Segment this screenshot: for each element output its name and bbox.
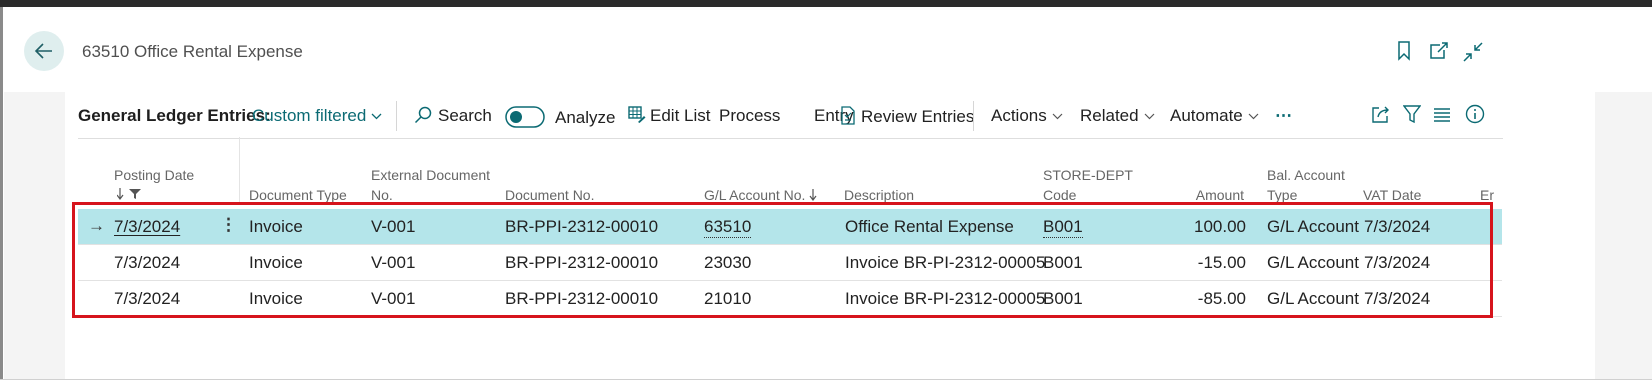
document-type-cell: Invoice (249, 217, 303, 236)
vat-date-cell: 7/3/2024 (1364, 217, 1431, 236)
back-button[interactable] (24, 31, 64, 71)
list-view-icon[interactable] (1433, 107, 1451, 123)
filter-dropdown[interactable]: Custom filtered (252, 106, 382, 126)
filter-label: Custom filtered (252, 106, 367, 125)
table-row[interactable]: → 7/3/2024 ⋮ Invoice V-001 BR-PPI-2312-0… (78, 209, 1502, 245)
column-header-document-type[interactable]: Document Type (249, 185, 347, 205)
page-title: 63510 Office Rental Expense (82, 42, 303, 61)
amount-cell: -15.00 (1197, 253, 1246, 272)
description-cell: Office Rental Expense (845, 217, 1014, 236)
page-header: 63510 Office Rental Expense (4, 7, 1652, 92)
edit-list-icon (628, 106, 646, 123)
window-left-border (0, 7, 3, 379)
column-header-document-no[interactable]: Document No. (505, 185, 594, 205)
external-document-no-cell: V-001 (371, 217, 416, 236)
gl-account-header-label: G/L Account No. (704, 187, 806, 203)
document-type-cell: Invoice (249, 253, 303, 272)
amount-cell: 100.00 (1194, 217, 1246, 236)
sort-filter-icon (117, 188, 141, 200)
action-bar: General Ledger Entries: Custom filtered … (78, 92, 1503, 139)
description-cell: Invoice BR-PI-2312-00005 (845, 253, 1046, 272)
external-document-no-cell: V-001 (371, 289, 416, 308)
column-header-gl-account-no[interactable]: G/L Account No. (704, 185, 817, 205)
share-icon[interactable] (1371, 104, 1391, 124)
column-header-vat-date[interactable]: VAT Date (1363, 185, 1421, 205)
more-options-button[interactable]: ⋯ (1275, 106, 1292, 126)
vat-date-cell: 7/3/2024 (1364, 289, 1431, 308)
chevron-down-icon (371, 113, 382, 120)
gl-account-no-link[interactable]: 63510 (704, 217, 752, 238)
review-entries-label: Review Entries (861, 107, 975, 126)
toggle-switch-icon (505, 106, 545, 128)
toolbar-divider (973, 101, 974, 131)
edit-list-button[interactable]: Edit List (628, 106, 710, 126)
page: 63510 Office Rental Expense General Ledg… (4, 7, 1652, 379)
search-label: Search (438, 106, 492, 125)
gl-account-no-cell: 21010 (704, 289, 752, 308)
document-type-cell: Invoice (249, 289, 303, 308)
chevron-down-icon (1248, 113, 1259, 120)
review-entries-button[interactable]: Review Entries (841, 106, 974, 127)
table-row[interactable]: 7/3/2024 Invoice V-001 BR-PPI-2312-00010… (78, 281, 1502, 317)
window-top-border (0, 0, 1652, 7)
bal-account-type-cell: G/L Account (1267, 253, 1359, 272)
analyze-label: Analyze (555, 108, 616, 127)
document-no-cell: BR-PPI-2312-00010 (505, 289, 659, 308)
bal-account-type-cell: G/L Account (1267, 289, 1359, 308)
actions-menu[interactable]: Actions (991, 106, 1063, 126)
arrow-left-icon (34, 43, 52, 59)
column-divider (239, 137, 240, 202)
row-pointer-arrow-icon: → (88, 216, 105, 235)
column-header-posting-date[interactable]: Posting Date (114, 165, 194, 185)
analyze-toggle[interactable]: Analyze (505, 106, 615, 128)
filter-icon[interactable] (1403, 105, 1421, 124)
store-dept-code-link[interactable]: B001 (1043, 217, 1083, 238)
actions-label: Actions (991, 106, 1047, 125)
bal-account-type-cell: G/L Account (1267, 217, 1359, 236)
column-header-bal-account-type[interactable]: Bal. Account (1267, 165, 1345, 185)
column-header-store-dept-code-line2: Code (1043, 187, 1077, 203)
entries-card: General Ledger Entries: Custom filtered … (65, 92, 1595, 379)
column-header-external-document-no[interactable]: External Document (371, 165, 490, 185)
toolbar-divider (396, 101, 397, 131)
store-dept-code-cell: B001 (1043, 289, 1083, 308)
process-menu[interactable]: Process (719, 106, 780, 126)
window-bottom-border (0, 379, 1652, 380)
related-label: Related (1080, 106, 1139, 125)
chevron-down-icon (1144, 113, 1155, 120)
amount-cell: -85.00 (1197, 289, 1246, 308)
posting-date-link[interactable]: 7/3/2024 (114, 217, 180, 237)
column-header-external-document-no-line2: No. (371, 187, 393, 203)
page-caption: General Ledger Entries: (78, 106, 271, 125)
search-button[interactable]: Search (414, 106, 492, 126)
document-no-cell: BR-PPI-2312-00010 (505, 253, 659, 272)
related-menu[interactable]: Related (1080, 106, 1155, 126)
review-document-icon (841, 106, 855, 125)
search-icon (414, 106, 432, 124)
automate-menu[interactable]: Automate (1170, 106, 1259, 126)
automate-label: Automate (1170, 106, 1243, 125)
column-header-bal-account-type-line2: Type (1267, 187, 1298, 203)
posting-date-cell: 7/3/2024 (114, 253, 181, 272)
store-dept-code-cell: B001 (1043, 253, 1083, 272)
posting-date-cell: 7/3/2024 (114, 289, 181, 308)
chevron-down-icon (1052, 113, 1063, 120)
external-document-no-cell: V-001 (371, 253, 416, 272)
info-icon[interactable] (1465, 104, 1485, 124)
vat-date-cell: 7/3/2024 (1364, 253, 1431, 272)
column-header-entry-no[interactable]: Er (1480, 185, 1494, 205)
gl-account-no-cell: 23030 (704, 253, 752, 272)
document-no-cell: BR-PPI-2312-00010 (505, 217, 659, 236)
collapse-icon[interactable] (1462, 41, 1484, 63)
open-new-window-icon[interactable] (1429, 41, 1449, 61)
edit-list-label: Edit List (650, 106, 711, 125)
sort-descending-icon (809, 189, 817, 201)
bookmark-icon[interactable] (1397, 41, 1411, 61)
description-cell: Invoice BR-PI-2312-00005 (845, 289, 1046, 308)
column-header-store-dept-code[interactable]: STORE-DEPT (1043, 165, 1133, 185)
row-actions-icon[interactable]: ⋮ (220, 215, 237, 235)
column-header-description[interactable]: Description (844, 185, 914, 205)
column-header-amount[interactable]: Amount (1196, 185, 1244, 205)
table-row[interactable]: 7/3/2024 Invoice V-001 BR-PPI-2312-00010… (78, 245, 1502, 281)
